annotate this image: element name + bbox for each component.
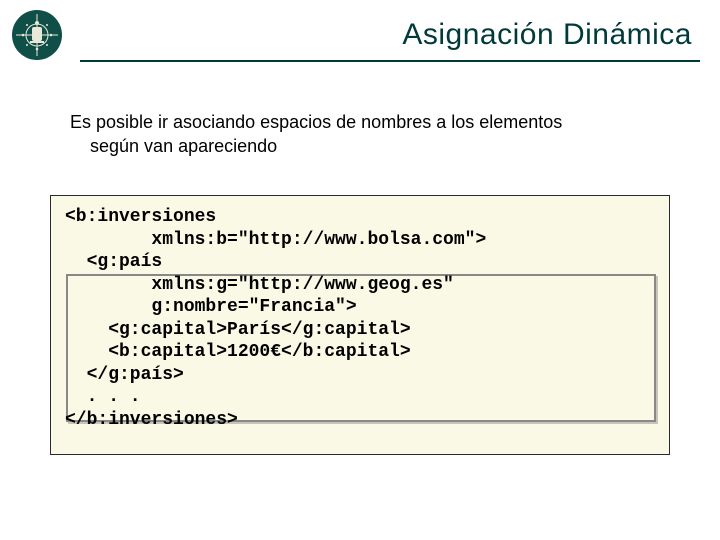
- code-line-9: . . .: [65, 387, 141, 407]
- code-line-6: <g:capital>París</g:capital>: [65, 320, 411, 340]
- slide-title: Asignación Dinámica: [402, 18, 692, 52]
- code-line-2: xmlns:b="http://www.bolsa.com">: [65, 230, 486, 250]
- code-line-10: </b:inversiones>: [65, 410, 238, 430]
- code-line-5: g:nombre="Francia">: [65, 297, 357, 317]
- code-line-1: <b:inversiones: [65, 207, 216, 227]
- intro-line-1: Es posible ir asociando espacios de nomb…: [70, 112, 562, 132]
- intro-line-2: según van apareciendo: [90, 136, 277, 156]
- title-underline: [80, 60, 700, 62]
- slide: Asignación Dinámica Es posible ir asocia…: [0, 0, 720, 540]
- code-line-4: xmlns:g="http://www.geog.es": [65, 275, 454, 295]
- code-line-7: <b:capital>1200€</b:capital>: [65, 342, 411, 362]
- code-example-box: <b:inversiones xmlns:b="http://www.bolsa…: [50, 195, 670, 455]
- code-block: <b:inversiones xmlns:b="http://www.bolsa…: [65, 206, 655, 431]
- code-line-8: </g:país>: [65, 365, 184, 385]
- code-line-3: <g:país: [65, 252, 162, 272]
- institution-logo-icon: [10, 8, 64, 62]
- intro-text: Es posible ir asociando espacios de nomb…: [70, 110, 660, 159]
